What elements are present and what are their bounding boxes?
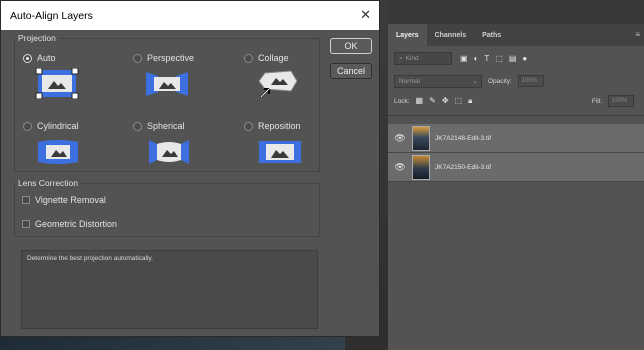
ok-button[interactable]: OK [330, 38, 372, 54]
layer-row[interactable]: 👁︎ JK7A2148-Edit-3.tif [388, 124, 644, 153]
auto-projection-icon [35, 68, 79, 99]
fill-field[interactable]: 100% [608, 95, 634, 107]
layer-name[interactable]: JK7A2148-Edit-3.tif [435, 135, 491, 142]
tab-layers[interactable]: Layers [388, 24, 427, 46]
radio-collage[interactable] [244, 53, 253, 63]
close-icon[interactable]: ✕ [360, 7, 371, 23]
opacity-field[interactable]: 100% [517, 75, 544, 87]
geometric-label: Geometric Distortion [35, 219, 118, 229]
lock-move-icon[interactable]: ✥ [442, 96, 449, 106]
lock-brush-icon[interactable]: ✎ [429, 96, 436, 106]
reposition-projection-icon [259, 141, 301, 163]
layers-panel: Layers Channels Paths ≡ ⌕ Kind ▣ ◐ T ⬚ ▤… [388, 0, 644, 350]
fill-label: Fill: [591, 97, 602, 105]
pixel-filter-icon[interactable]: ▣ [460, 54, 468, 63]
option-label: Auto [37, 53, 56, 63]
eye-icon[interactable]: 👁︎ [388, 162, 412, 173]
vignette-removal-option[interactable]: Vignette Removal [22, 195, 106, 205]
radio-cylindrical[interactable] [23, 121, 32, 131]
option-label: Cylindrical [37, 121, 79, 131]
lock-row: Lock: ▦ ✎ ✥ ⬚ 🔒︎ Fill: 100% [388, 91, 644, 111]
layer-thumbnail [412, 125, 430, 151]
blend-row: Normal ⌄ Opacity: 100% [388, 71, 644, 91]
tab-paths[interactable]: Paths [474, 24, 509, 46]
option-label: Spherical [147, 121, 185, 131]
option-label: Collage [258, 53, 289, 63]
chevron-down-icon: ⌄ [472, 78, 478, 85]
adjustment-filter-icon[interactable]: ◐ [474, 54, 479, 63]
smartobject-filter-icon[interactable]: ▤ [509, 54, 517, 63]
geometric-distortion-option[interactable]: Geometric Distortion [22, 219, 117, 229]
radio-reposition[interactable] [244, 121, 253, 131]
spherical-projection-icon [149, 140, 189, 164]
layer-name[interactable]: JK7A2150-Edit-3.tif [435, 164, 491, 171]
radio-perspective[interactable] [133, 53, 142, 63]
panel-header-bar [388, 0, 644, 24]
description-box: Determine the best projection automatica… [21, 250, 318, 329]
option-spherical[interactable]: Spherical [133, 121, 185, 131]
projection-legend: Projection [18, 33, 56, 43]
panel-tabs: Layers Channels Paths ≡ [388, 24, 644, 46]
filter-row: ⌕ Kind ▣ ◐ T ⬚ ▤ ● [388, 46, 644, 71]
layer-row[interactable]: 👁︎ JK7A2150-Edit-3.tif [388, 153, 644, 182]
perspective-projection-icon [146, 72, 188, 96]
filter-icons: ▣ ◐ T ⬚ ▤ ● [460, 54, 527, 63]
search-icon: ⌕ [399, 54, 403, 62]
radio-spherical[interactable] [133, 121, 142, 131]
opacity-label: Opacity: [488, 77, 512, 85]
lens-legend: Lens Correction [18, 178, 79, 188]
vignette-checkbox[interactable] [22, 196, 30, 204]
dialog-titlebar: Auto-Align Layers ✕ [1, 1, 379, 30]
tab-channels[interactable]: Channels [427, 24, 475, 46]
geometric-checkbox[interactable] [22, 220, 30, 228]
filter-toggle-icon[interactable]: ● [522, 54, 527, 63]
lock-transparent-icon[interactable]: ▦ [416, 96, 424, 106]
lock-label: Lock: [394, 97, 410, 105]
auto-align-dialog: Auto-Align Layers ✕ Projection Auto Pers… [0, 0, 380, 337]
cylindrical-projection-icon [38, 140, 78, 164]
kind-label: Kind [405, 55, 419, 62]
option-collage[interactable]: Collage [244, 53, 289, 63]
option-cylindrical[interactable]: Cylindrical [23, 121, 79, 131]
lock-icons: ▦ ✎ ✥ ⬚ 🔒︎ [416, 96, 473, 106]
type-filter-icon[interactable]: T [484, 54, 489, 63]
option-reposition[interactable]: Reposition [244, 121, 301, 131]
lock-all-icon[interactable]: 🔒︎ [468, 96, 472, 106]
option-perspective[interactable]: Perspective [133, 53, 194, 63]
radio-auto[interactable] [23, 53, 32, 63]
option-label: Reposition [258, 121, 301, 131]
shape-filter-icon[interactable]: ⬚ [495, 54, 503, 63]
vignette-label: Vignette Removal [35, 195, 106, 205]
dialog-title: Auto-Align Layers [10, 9, 93, 22]
option-auto[interactable]: Auto [23, 53, 56, 63]
cancel-button[interactable]: Cancel [330, 63, 372, 79]
blend-mode-value: Normal [399, 77, 420, 85]
panel-menu-icon[interactable]: ≡ [635, 30, 640, 39]
filter-kind-select[interactable]: ⌕ Kind [394, 52, 452, 65]
option-label: Perspective [147, 53, 195, 63]
blend-mode-select[interactable]: Normal ⌄ [394, 74, 482, 88]
lock-artboard-icon[interactable]: ⬚ [455, 96, 463, 106]
layer-thumbnail [412, 154, 430, 180]
collage-projection-icon [258, 70, 298, 98]
eye-icon[interactable]: 👁︎ [388, 133, 412, 144]
